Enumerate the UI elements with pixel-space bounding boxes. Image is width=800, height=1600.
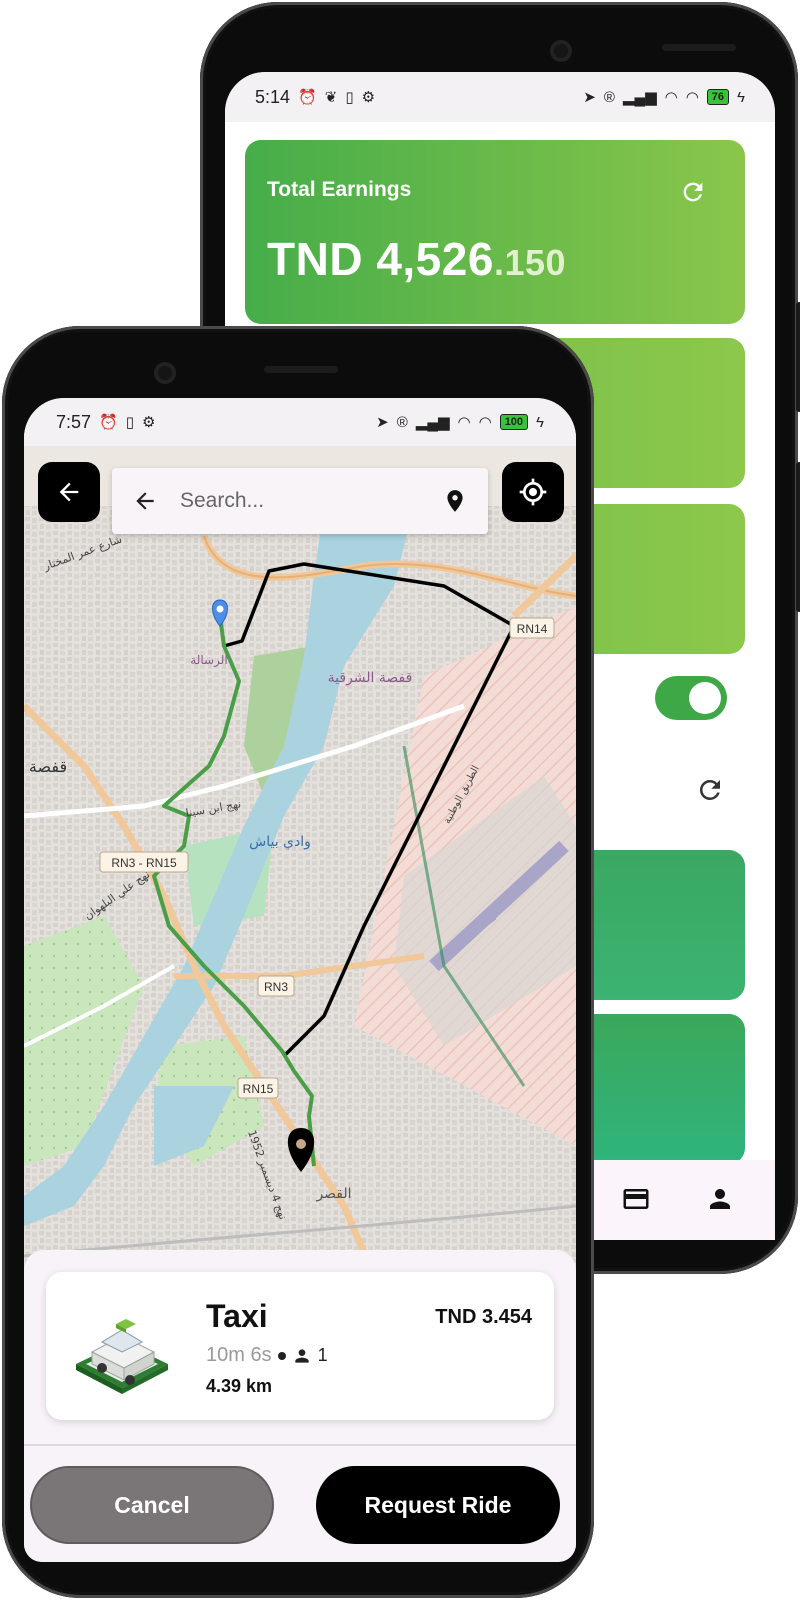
wifi-icon: ◠: [685, 89, 699, 106]
sim-icon: ▯: [125, 414, 134, 431]
battery-indicator: 100: [499, 414, 529, 430]
signal-icon: ▂▄▆: [622, 89, 657, 106]
svg-text:RN3: RN3: [264, 980, 288, 994]
road-label-rn14: RN14: [509, 617, 555, 639]
battery-indicator: 76: [706, 89, 730, 105]
ride-type-label: Taxi: [206, 1298, 268, 1334]
road-label-rn15: RN15: [237, 1077, 279, 1099]
front-phone-frame: 7:57 ⏰ ▯ ⚙ ➤ ® ▂▄▆ ◠ ◠ 100 ϟ RN14 RN3 - …: [2, 326, 594, 1598]
total-earnings-card: Total Earnings TND 4,526.150: [245, 140, 745, 324]
speaker: [662, 44, 736, 51]
arrow-left-icon: [59, 482, 79, 502]
search-input[interactable]: [180, 489, 400, 513]
side-button: [796, 302, 800, 412]
person-icon[interactable]: [705, 1184, 735, 1214]
camera: [154, 362, 176, 384]
status-time: 7:57: [56, 411, 92, 432]
camera: [550, 40, 572, 62]
place-label: قفصة: [29, 757, 67, 776]
front-phone-screen: 7:57 ⏰ ▯ ⚙ ➤ ® ▂▄▆ ◠ ◠ 100 ϟ RN14 RN3 - …: [24, 398, 576, 1562]
ride-option-card[interactable]: Taxi TND 3.454 10m 6s 1 4.39 km: [46, 1272, 554, 1420]
sim-icon: ▯: [345, 89, 354, 106]
location-arrow-icon: ➤: [376, 414, 389, 431]
place-label: القصر: [315, 1186, 351, 1202]
charging-icon: ϟ: [536, 413, 544, 431]
road-label-rn3: RN3: [257, 975, 295, 997]
alarm-icon: ⏰: [298, 89, 317, 106]
roaming-icon: ®: [396, 413, 408, 431]
place-label: وادي بياش: [249, 834, 311, 850]
passenger-count: 1: [317, 1345, 328, 1365]
place-label: الرسالة: [190, 653, 227, 668]
ride-distance: 4.39 km: [206, 1376, 273, 1396]
arrow-left-icon[interactable]: [132, 488, 158, 514]
svg-text:RN14: RN14: [517, 622, 548, 636]
earnings-amount: TND 4,526.150: [267, 232, 723, 286]
separator-dot: [277, 1351, 286, 1360]
speaker: [264, 366, 338, 373]
back-button[interactable]: [38, 462, 100, 522]
leaf-icon: ❦: [324, 89, 338, 106]
status-bar: 5:14 ⏰ ❦ ▯ ⚙ ➤ ® ▂▄▆ ◠ ◠ 76 ϟ: [225, 72, 775, 122]
request-ride-button[interactable]: Request Ride: [316, 1466, 560, 1544]
ride-duration: 10m 6s: [206, 1344, 272, 1366]
wifi-icon: ◠: [478, 414, 492, 431]
alarm-icon: ⏰: [99, 414, 118, 431]
person-icon: [294, 1348, 309, 1363]
toggle-knob: [689, 682, 721, 714]
earnings-amount-main: TND 4,526: [267, 233, 494, 285]
card-icon[interactable]: [621, 1184, 651, 1214]
ride-price: TND 3.454: [435, 1306, 532, 1328]
map-canvas[interactable]: RN14 RN3 - RN15 RN3 RN15 قفصة الشرقية وا…: [24, 446, 576, 1276]
refresh-icon[interactable]: [695, 775, 725, 805]
app-showcase: 5:14 ⏰ ❦ ▯ ⚙ ➤ ® ▂▄▆ ◠ ◠ 76 ϟ Total Earn…: [0, 0, 800, 1600]
svg-text:RN15: RN15: [243, 1082, 274, 1096]
side-button: [796, 462, 800, 612]
ride-bottom-sheet: Taxi TND 3.454 10m 6s 1 4.39 km Cancel R…: [24, 1250, 576, 1562]
signal-icon: ▂▄▆: [415, 414, 450, 431]
charging-icon: ϟ: [737, 88, 745, 106]
my-location-button[interactable]: [502, 462, 564, 522]
settings-icon: ⚙: [361, 89, 376, 106]
place-label: قفصة الشرقية: [328, 670, 413, 686]
earnings-amount-decimal: .150: [493, 242, 567, 283]
location-pin-icon[interactable]: [442, 488, 468, 514]
roaming-icon: ®: [603, 88, 615, 106]
refresh-icon[interactable]: [679, 178, 707, 206]
search-bar[interactable]: [112, 468, 488, 534]
status-time: 5:14: [255, 86, 291, 107]
divider: [24, 1444, 576, 1446]
ride-meta: 10m 6s 1: [206, 1344, 328, 1367]
map-view[interactable]: RN14 RN3 - RN15 RN3 RN15 قفصة الشرقية وا…: [24, 446, 576, 1276]
location-arrow-icon: ➤: [583, 89, 596, 106]
availability-toggle[interactable]: [655, 676, 727, 720]
settings-icon: ⚙: [142, 414, 156, 431]
status-bar: 7:57 ⏰ ▯ ⚙ ➤ ® ▂▄▆ ◠ ◠ 100 ϟ: [24, 398, 576, 446]
cancel-button[interactable]: Cancel: [30, 1466, 274, 1544]
crosshair-icon: [519, 478, 547, 506]
earnings-label: Total Earnings: [267, 178, 412, 201]
wifi-icon: ◠: [664, 89, 678, 106]
taxi-icon: [76, 1319, 168, 1394]
wifi-icon: ◠: [457, 414, 471, 431]
